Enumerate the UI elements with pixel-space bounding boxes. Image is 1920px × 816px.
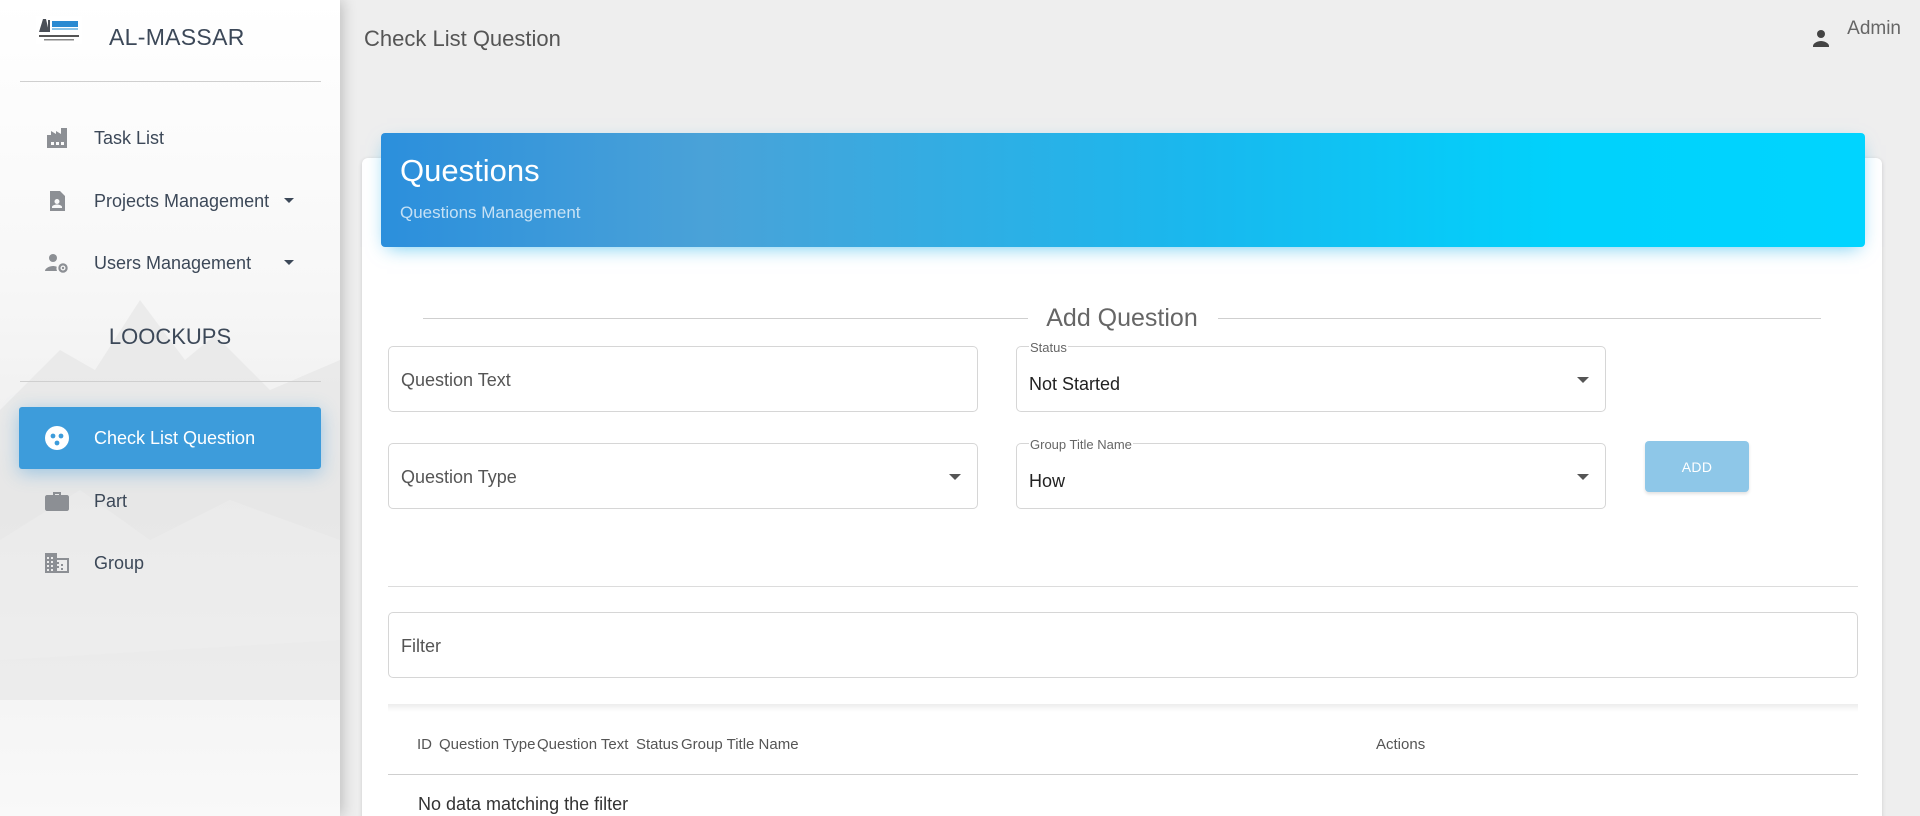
dropdown-arrow-icon <box>1577 377 1589 383</box>
assignment-ind-icon <box>43 187 71 215</box>
group-work-icon <box>43 424 71 452</box>
add-question-legend: Add Question <box>423 304 1821 334</box>
table-top-shadow <box>388 704 1858 712</box>
sidebar-item-part[interactable]: Part <box>19 470 321 532</box>
lookups-section-title: LOOCKUPS <box>108 324 232 349</box>
question-type-select[interactable]: Question Type <box>388 443 978 509</box>
add-question-button[interactable]: ADD <box>1645 441 1749 492</box>
sidebar: AL-MASSAR Task List Projects Management … <box>0 0 340 816</box>
manage-accounts-icon <box>43 249 71 277</box>
status-value: Not Started <box>1029 374 1121 394</box>
sidebar-item-users-management[interactable]: Users Management <box>19 232 321 294</box>
brand-name: AL-MASSAR <box>109 24 245 50</box>
question-type-placeholder: Question Type <box>401 467 517 487</box>
question-text-input[interactable]: Question Text <box>388 346 978 412</box>
status-label: Status <box>1029 340 1068 355</box>
questions-table: ID Question Type Question Text Status Gr… <box>388 704 1858 816</box>
factory-icon <box>43 124 71 152</box>
sidebar-item-label: Users Management <box>94 252 252 273</box>
sidebar-item-label: Check List Question <box>94 427 256 448</box>
brand-divider <box>20 81 321 82</box>
question-text-placeholder: Question Text <box>401 370 511 390</box>
filter-placeholder: Filter <box>401 636 441 656</box>
filter-input[interactable]: Filter <box>388 612 1858 678</box>
column-header-actions: Actions <box>1376 736 1426 753</box>
page-title: Check List Question <box>364 26 561 51</box>
company-logo <box>36 16 82 44</box>
form-divider <box>388 586 1858 587</box>
sidebar-item-projects-management[interactable]: Projects Management <box>19 170 321 232</box>
column-header-group-title-name[interactable]: Group Title Name <box>681 736 799 753</box>
chevron-down-icon <box>284 260 294 265</box>
sidebar-item-label: Task List <box>94 127 165 148</box>
table-header-row: ID Question Type Question Text Status Gr… <box>388 730 1858 775</box>
sidebar-item-check-list-question[interactable]: Check List Question <box>19 407 321 469</box>
sidebar-item-label: Projects Management <box>94 190 270 211</box>
column-header-id[interactable]: ID <box>417 736 432 753</box>
legend-text: Add Question <box>1046 304 1198 332</box>
section-divider <box>20 381 321 382</box>
dropdown-arrow-icon <box>949 474 961 480</box>
dropdown-arrow-icon <box>1577 474 1589 480</box>
group-title-label: Group Title Name <box>1029 437 1133 452</box>
group-title-value: How <box>1029 471 1066 491</box>
user-menu[interactable]: Admin <box>1809 18 1901 50</box>
card-header: Questions Questions Management <box>381 133 1865 247</box>
card-title: Questions <box>400 153 540 188</box>
sidebar-item-task-list[interactable]: Task List <box>19 107 321 169</box>
empty-table-message: No data matching the filter <box>418 794 629 814</box>
sidebar-item-label: Part <box>94 490 128 511</box>
card-subtitle: Questions Management <box>400 203 581 222</box>
work-icon <box>43 487 71 515</box>
brand[interactable]: AL-MASSAR <box>0 0 340 82</box>
status-select[interactable]: Status Not Started <box>1016 340 1606 412</box>
group-title-select[interactable]: Group Title Name How <box>1016 437 1606 509</box>
column-header-question-type[interactable]: Question Type <box>439 736 535 753</box>
chevron-down-icon <box>284 198 294 203</box>
column-header-status[interactable]: Status <box>636 736 679 753</box>
column-header-question-text[interactable]: Question Text <box>537 736 628 753</box>
user-name: Admin <box>1847 18 1901 39</box>
domain-icon <box>43 549 71 577</box>
person-icon <box>1813 30 1830 47</box>
sidebar-item-label: Group <box>94 552 145 573</box>
sidebar-item-group[interactable]: Group <box>19 532 321 594</box>
